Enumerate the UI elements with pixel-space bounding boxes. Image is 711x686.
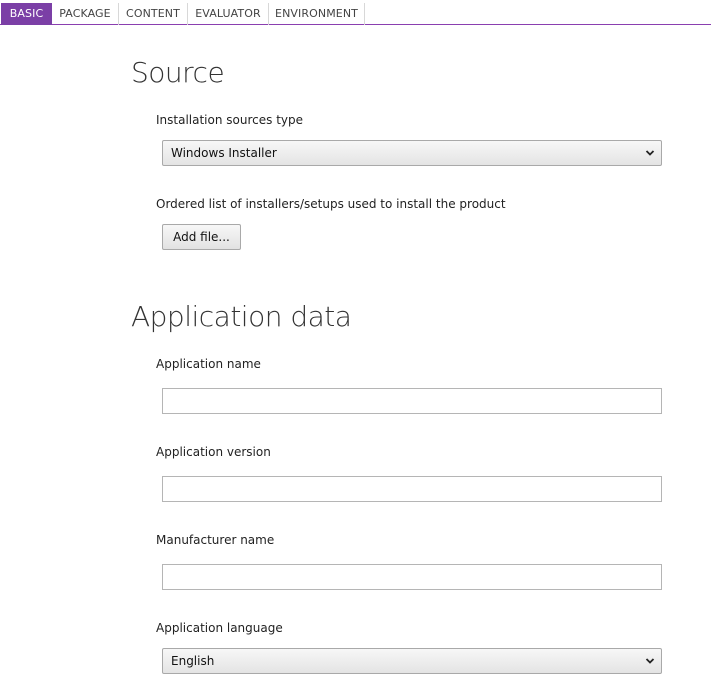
tab-environment[interactable]: ENVIRONMENT	[269, 3, 365, 25]
application-data-section-title: Application data	[131, 300, 352, 333]
application-language-select[interactable]: English	[162, 648, 662, 674]
application-name-input[interactable]	[162, 388, 662, 414]
tab-package[interactable]: PACKAGE	[52, 3, 119, 25]
sources-type-value: Windows Installer	[171, 146, 277, 160]
manufacturer-name-input[interactable]	[162, 564, 662, 590]
source-section-title: Source	[131, 56, 225, 89]
chevron-down-icon	[645, 150, 655, 156]
tab-basic[interactable]: BASIC	[1, 3, 52, 25]
tab-bar: BASIC PACKAGE CONTENT EVALUATOR ENVIRONM…	[0, 0, 711, 25]
installers-list-label: Ordered list of installers/setups used t…	[156, 197, 506, 211]
application-version-input[interactable]	[162, 476, 662, 502]
sources-type-label: Installation sources type	[156, 113, 303, 127]
application-language-label: Application language	[156, 621, 283, 635]
add-file-button[interactable]: Add file...	[162, 224, 241, 250]
application-name-label: Application name	[156, 357, 261, 371]
sources-type-select[interactable]: Windows Installer	[162, 140, 662, 166]
chevron-down-icon	[645, 658, 655, 664]
tab-content[interactable]: CONTENT	[119, 3, 188, 25]
application-version-label: Application version	[156, 445, 271, 459]
tab-evaluator[interactable]: EVALUATOR	[188, 3, 269, 25]
manufacturer-name-label: Manufacturer name	[156, 533, 275, 547]
application-language-value: English	[171, 654, 215, 668]
